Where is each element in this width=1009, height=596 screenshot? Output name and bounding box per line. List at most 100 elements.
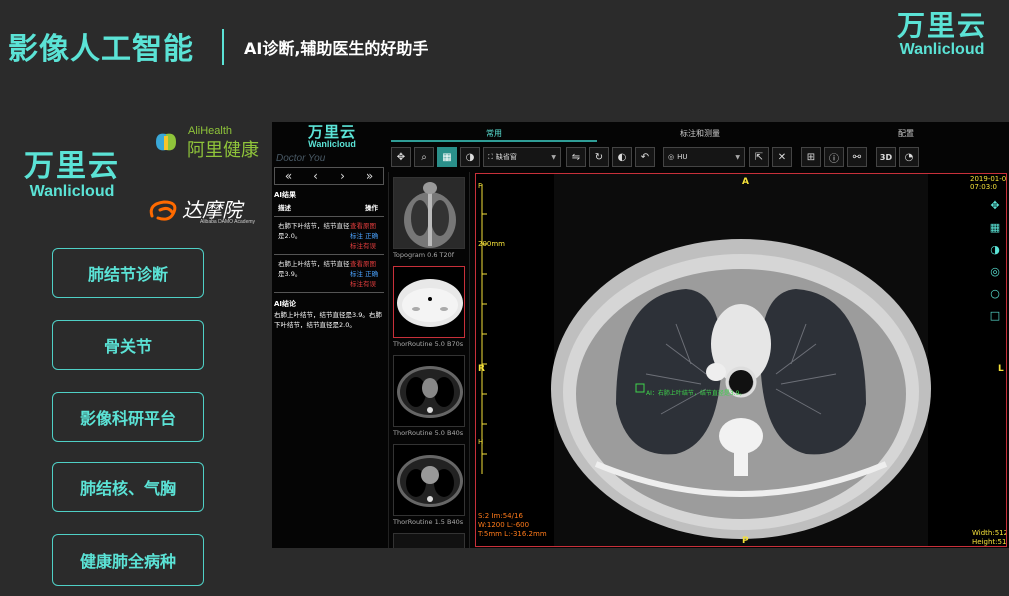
- export-icon: ⇱: [754, 151, 764, 163]
- contrast-icon[interactable]: ◑: [988, 243, 1002, 257]
- series-thumbnail-list: Topogram 0.6 T20f ThorRoutine 5.0 B70s T…: [388, 172, 470, 548]
- column-desc: 描述: [278, 204, 291, 212]
- info-tool-button[interactable]: ⓘ: [824, 147, 844, 167]
- b40s-image: [394, 356, 464, 426]
- finding-operations: 查看原图 标注 正确 标注有误: [350, 259, 384, 289]
- layout-tool-button[interactable]: ⊞: [801, 147, 821, 167]
- grid-tool-button[interactable]: ▦: [437, 147, 457, 167]
- move-tool-button[interactable]: ✥: [391, 147, 411, 167]
- slide: 影像人工智能 AI诊断,辅助医生的好助手 万里云 Wanlicloud 万里云 …: [0, 0, 1009, 596]
- settings-icon: ◔: [904, 151, 914, 163]
- orientation-right: R: [478, 364, 485, 374]
- first-series-button[interactable]: «: [279, 169, 299, 183]
- viewer-tabs: 常用 标注和测量 配置: [391, 127, 1009, 142]
- mark-error-link[interactable]: 标注有误: [350, 242, 376, 250]
- grid-layout-icon[interactable]: ▦: [988, 221, 1002, 235]
- next-series-button[interactable]: ›: [333, 169, 353, 183]
- rotate-tool-button[interactable]: ↻: [589, 147, 609, 167]
- move-icon[interactable]: ✥: [988, 199, 1002, 213]
- series-thumbnail-selected[interactable]: [393, 266, 465, 338]
- viewer-logo-en: Wanlicloud: [308, 139, 356, 149]
- brand-cn: 万里云: [896, 9, 987, 42]
- settings-tool-button[interactable]: ◔: [899, 147, 919, 167]
- tab-annotate-measure[interactable]: 标注和测量: [597, 127, 803, 142]
- series-thumbnail[interactable]: [393, 533, 465, 548]
- damo-logo: 达摩院 Alibaba DAMO Academy: [148, 194, 268, 230]
- grid-layout-icon: ▦: [442, 151, 452, 163]
- feature-research-platform-button[interactable]: 影像科研平台: [52, 392, 204, 442]
- correct-link[interactable]: 正确: [365, 270, 378, 278]
- series-label: ThorRoutine 5.0 B40s: [393, 429, 464, 437]
- column-ops: 操作: [365, 204, 378, 212]
- export-tool-button[interactable]: ⇱: [749, 147, 769, 167]
- circle-icon[interactable]: ○: [988, 287, 1002, 301]
- undo-tool-button[interactable]: ↶: [635, 147, 655, 167]
- ai-conclusion: AI结论 右肺上叶结节，结节直径是3.9。右肺下叶结节，结节直径是2.0。: [274, 299, 384, 330]
- series-label: ThorRoutine 1.5 B40s: [393, 518, 464, 526]
- feature-full-lung-button[interactable]: 健康肺全病种: [52, 534, 204, 586]
- target-icon: ◎: [668, 153, 675, 161]
- contrast-tool-button[interactable]: ◑: [460, 147, 480, 167]
- tab-common[interactable]: 常用: [391, 127, 597, 142]
- ct-axial-image: [476, 174, 1006, 546]
- series-label: Topogram 0.6 T20f: [393, 251, 455, 259]
- image-viewport[interactable]: F 200mm H A P R L 2019-01-03 07:03:0 AI：…: [475, 173, 1007, 547]
- series-thumbnail[interactable]: [393, 177, 465, 249]
- topogram-image: [394, 178, 464, 248]
- ai-annotation-label: AI：右肺上叶结节，结节直径是3.9。: [646, 390, 746, 397]
- zoom-tool-button[interactable]: ⌕: [414, 147, 434, 167]
- view-original-link[interactable]: 查看原图: [350, 260, 376, 268]
- tab-config[interactable]: 配置: [803, 127, 1009, 142]
- mark-error-link[interactable]: 标注有误: [350, 280, 376, 288]
- alihealth-mark-icon: [156, 133, 176, 151]
- zoom-icon: ⌕: [421, 151, 427, 163]
- series-image-info: S:2 Im:54/16: [478, 512, 523, 520]
- prev-series-button[interactable]: ‹: [306, 169, 326, 183]
- thickness-info: T:5mm L:-316.2mm: [478, 530, 547, 538]
- window-preset-select[interactable]: ⛶ 缺省窗 ▼: [483, 147, 561, 167]
- wanlicloud-logo-left: 万里云 Wanlicloud: [24, 152, 120, 200]
- annotate-link[interactable]: 标注: [350, 232, 363, 240]
- rotate-icon: ↻: [594, 151, 604, 163]
- annotate-link[interactable]: 标注: [350, 270, 363, 278]
- correct-link[interactable]: 正确: [365, 232, 378, 240]
- overlay-label-h: H: [478, 438, 484, 446]
- last-series-button[interactable]: »: [360, 169, 380, 183]
- layout-icon: ⊞: [806, 151, 816, 163]
- brand-cn: 万里云: [24, 149, 120, 184]
- link-icon: ⚯: [852, 151, 862, 163]
- flip-tool-button[interactable]: ⇋: [566, 147, 586, 167]
- target-icon[interactable]: ◎: [988, 265, 1002, 279]
- alihealth-cn: 阿里健康: [187, 140, 259, 161]
- square-icon[interactable]: □: [988, 309, 1002, 323]
- finding-description: 右肺上叶结节，结节直径是3.9。: [278, 260, 350, 278]
- select-region-icon: ⛶: [488, 152, 493, 161]
- feature-bone-joint-button[interactable]: 骨关节: [52, 320, 204, 370]
- title-divider: [222, 29, 224, 65]
- orientation-left: L: [998, 364, 1004, 374]
- info-icon: ⓘ: [829, 153, 839, 165]
- finding-description: 右肺下叶结节，结节直径是2.0。: [278, 222, 350, 240]
- view-original-link[interactable]: 查看原图: [350, 222, 376, 230]
- 3d-button[interactable]: 3D: [876, 147, 896, 167]
- dicom-viewer-window: 万里云 Wanlicloud Doctor You 常用 标注和测量 配置 ✥ …: [272, 122, 1009, 548]
- ai-conclusion-heading: AI结论: [274, 300, 297, 308]
- window-level-info: W:1200 L:-600: [478, 521, 530, 529]
- series-thumbnail[interactable]: [393, 355, 465, 427]
- viewer-slogan: Doctor You: [276, 153, 326, 164]
- study-time: 07:03:0: [970, 183, 997, 191]
- feature-tb-pneumothorax-button[interactable]: 肺结核、气胸: [52, 462, 204, 512]
- feature-lung-nodule-button[interactable]: 肺结节诊断: [52, 248, 204, 298]
- link-tool-button[interactable]: ⚯: [847, 147, 867, 167]
- alihealth-logo: AliHealth 阿里健康: [150, 124, 270, 164]
- series-thumbnail[interactable]: [393, 444, 465, 516]
- chevron-down-icon: ▼: [551, 153, 556, 161]
- damo-en: Alibaba DAMO Academy: [200, 219, 256, 225]
- page-title: 影像人工智能: [8, 32, 194, 67]
- brand-en: Wanlicloud: [29, 183, 115, 200]
- invert-tool-button[interactable]: ◐: [612, 147, 632, 167]
- unit-select[interactable]: ◎ HU ▼: [663, 147, 745, 167]
- clear-tool-button[interactable]: ✕: [772, 147, 792, 167]
- series-label: ThorRoutine 5.0 B70s: [393, 340, 464, 348]
- viewer-logo: 万里云 Wanlicloud: [302, 125, 362, 149]
